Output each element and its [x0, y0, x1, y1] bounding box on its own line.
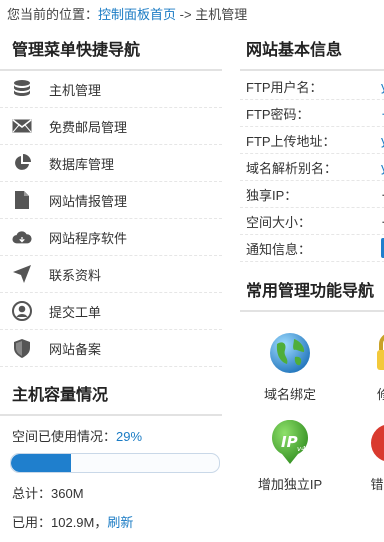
- site-info-title: 网站基本信息: [240, 36, 384, 71]
- breadcrumb-prefix: 您当前的位置：: [7, 7, 99, 22]
- tools-title: 常用管理功能导航: [240, 277, 384, 312]
- site-info-table: FTP用户名： y FTP密码： · FTP上传地址： y 域名解析别名： y …: [240, 73, 384, 262]
- info-row-dns-alias: 域名解析别名： y: [240, 154, 384, 181]
- svg-text:v4: v4: [297, 445, 306, 453]
- tool-label: 错误页: [370, 477, 384, 492]
- tool-add-ip[interactable]: IP v4 增加独立IP: [240, 419, 340, 493]
- tool-domain-binding[interactable]: 域名绑定: [240, 330, 340, 403]
- menu-item-label: 网站情报管理: [49, 193, 128, 209]
- info-key: 独享IP：: [246, 187, 298, 203]
- database-icon: [12, 80, 32, 98]
- menu-item-label: 网站程序软件: [49, 230, 128, 246]
- pie-chart-icon: [12, 154, 32, 172]
- total-capacity: 总计：360M: [12, 486, 84, 501]
- tool-label: 修改: [376, 387, 384, 402]
- info-row-ftp-password: FTP密码： ·: [240, 100, 384, 127]
- error-page-icon: 4: [367, 420, 384, 466]
- menu-item-site-intel[interactable]: 网站情报管理: [0, 182, 222, 219]
- mail-icon: [12, 117, 32, 135]
- menu-item-contact-info[interactable]: 联系资料: [0, 256, 222, 293]
- menu-item-host-management[interactable]: 主机管理: [0, 71, 222, 108]
- info-key: FTP上传地址：: [246, 133, 336, 149]
- used-line: 已用：102.9M，刷新: [0, 512, 222, 531]
- breadcrumb: 您当前的位置：控制面板首页 -> 主机管理: [7, 4, 247, 23]
- quick-nav-title: 管理菜单快捷导航: [0, 36, 222, 71]
- tool-modify[interactable]: 修改: [340, 330, 384, 403]
- left-column: 管理菜单快捷导航 主机管理 免费邮局管理 数据库管理 网站情报管理 网站程序软件…: [0, 36, 222, 531]
- tools-grid: 域名绑定 修改 IP v4 增加独立IP: [240, 312, 384, 542]
- menu-item-free-mail[interactable]: 免费邮局管理: [0, 108, 222, 145]
- menu-item-label: 联系资料: [49, 267, 102, 283]
- cloud-icon: [12, 228, 32, 246]
- info-key: 域名解析别名：: [246, 160, 338, 176]
- menu-item-label: 提交工单: [49, 304, 102, 320]
- info-key: 空间大小：: [246, 214, 312, 230]
- info-key: 通知信息：: [246, 241, 312, 257]
- menu-item-submit-ticket[interactable]: 提交工单: [0, 293, 222, 330]
- usage-progress-bar: [10, 453, 220, 473]
- user-icon: [12, 301, 32, 321]
- info-row-ftp-user: FTP用户名： y: [240, 73, 384, 100]
- tool-error-page[interactable]: 4 错误页: [340, 420, 384, 493]
- globe-icon: [267, 330, 313, 376]
- usage-label: 空间已使用情况：: [12, 429, 117, 444]
- capacity-title: 主机容量情况: [0, 381, 222, 416]
- info-row-notice: 通知信息：: [240, 235, 384, 262]
- right-column: 网站基本信息 FTP用户名： y FTP密码： · FTP上传地址： y 域名解…: [240, 36, 384, 542]
- breadcrumb-separator: ->: [179, 7, 192, 22]
- menu-item-database[interactable]: 数据库管理: [0, 145, 222, 182]
- send-icon: [12, 265, 32, 283]
- menu-item-site-filing[interactable]: 网站备案: [0, 330, 222, 367]
- menu-item-site-software[interactable]: 网站程序软件: [0, 219, 222, 256]
- usage-percent: 29%: [116, 429, 143, 444]
- quick-nav-menu: 主机管理 免费邮局管理 数据库管理 网站情报管理 网站程序软件 联系资料 提交工…: [0, 71, 222, 367]
- info-key: FTP用户名：: [246, 79, 323, 95]
- info-key: FTP密码：: [246, 106, 310, 122]
- menu-item-label: 数据库管理: [49, 156, 115, 172]
- breadcrumb-current: 主机管理: [195, 7, 248, 22]
- shield-icon: [12, 338, 32, 358]
- document-icon: [12, 191, 32, 209]
- tool-label: 增加独立IP: [257, 477, 323, 492]
- info-row-dedicated-ip: 独享IP： ·: [240, 181, 384, 208]
- info-row-ftp-address: FTP上传地址： y: [240, 127, 384, 154]
- breadcrumb-home-link[interactable]: 控制面板首页: [98, 7, 176, 22]
- menu-item-label: 网站备案: [49, 341, 102, 357]
- ipv4-icon: IP v4: [267, 419, 313, 466]
- usage-line: 空间已使用情况：29%: [0, 426, 222, 445]
- svg-text:IP: IP: [281, 433, 298, 451]
- usage-progress-fill: [11, 454, 72, 472]
- capacity-section: 主机容量情况 空间已使用情况：29% 总计：360M 已用：102.9M，刷新: [0, 381, 222, 531]
- tool-label: 域名绑定: [263, 387, 316, 402]
- menu-item-label: 主机管理: [49, 82, 102, 98]
- menu-item-label: 免费邮局管理: [49, 119, 128, 135]
- lock-icon: [367, 330, 384, 376]
- info-row-space-size: 空间大小： ·: [240, 208, 384, 235]
